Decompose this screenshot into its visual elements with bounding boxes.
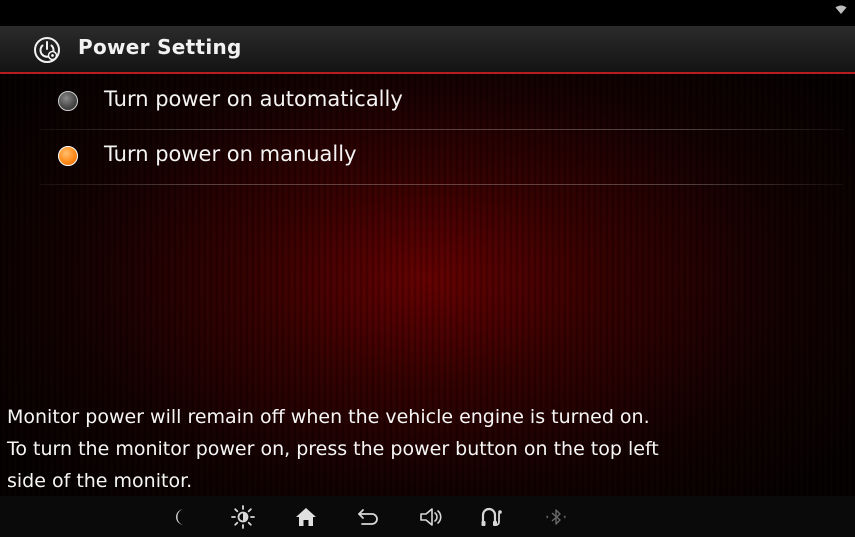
volume-icon xyxy=(420,508,442,526)
page-title: Power Setting xyxy=(78,35,242,59)
wifi-icon xyxy=(835,5,847,14)
phone-button[interactable] xyxy=(480,504,506,530)
divider xyxy=(40,184,843,185)
phone-icon xyxy=(481,507,502,526)
volume-button[interactable] xyxy=(418,504,444,530)
option-auto[interactable]: Turn power on automatically xyxy=(0,76,855,130)
info-message-line: Monitor power will remain off when the v… xyxy=(7,406,650,428)
bluetooth-icon xyxy=(546,509,566,525)
home-button[interactable] xyxy=(293,504,319,530)
home-icon xyxy=(296,508,316,526)
info-message-line: side of the monitor. xyxy=(7,470,193,492)
bottom-nav-bar xyxy=(0,496,855,537)
option-auto-label: Turn power on automatically xyxy=(104,87,403,111)
option-manual-label: Turn power on manually xyxy=(104,142,357,166)
bluetooth-button[interactable] xyxy=(543,504,569,530)
info-message-line: To turn the monitor power on, press the … xyxy=(7,438,659,460)
divider xyxy=(40,129,843,130)
night-mode-button[interactable] xyxy=(168,504,194,530)
back-button[interactable] xyxy=(355,504,381,530)
option-manual[interactable]: Turn power on manually xyxy=(0,131,855,185)
back-icon xyxy=(358,509,378,525)
brightness-icon xyxy=(231,505,255,529)
page-header: Power Setting xyxy=(0,26,855,74)
status-bar xyxy=(0,0,855,26)
radio-auto[interactable] xyxy=(58,91,78,111)
brightness-button[interactable] xyxy=(230,504,256,530)
power-settings-icon xyxy=(34,37,60,63)
radio-manual[interactable] xyxy=(58,146,78,166)
night-mode-icon xyxy=(176,509,184,525)
info-message: Monitor power will remain off when the v… xyxy=(7,401,847,497)
